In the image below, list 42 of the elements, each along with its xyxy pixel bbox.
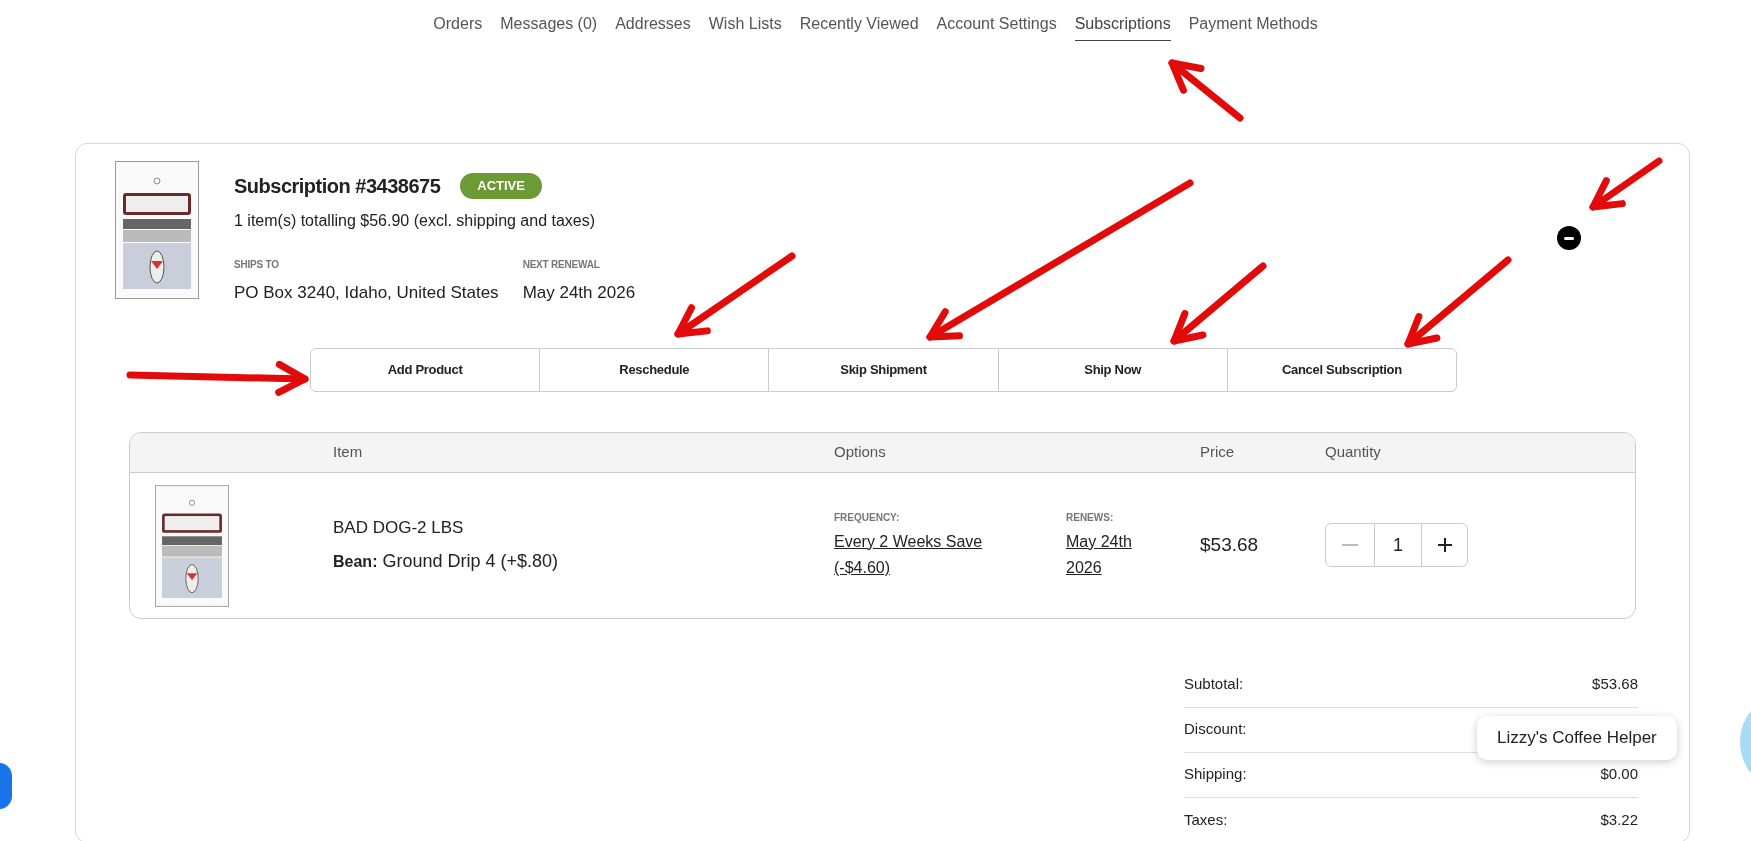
nav-tab[interactable]: Messages (0) xyxy=(500,12,598,40)
frequency-link[interactable]: Every 2 Weeks Save (-$4.60) xyxy=(834,528,1009,581)
detail-value: May 24th 2026 xyxy=(522,282,636,304)
detail-value: PO Box 3240, Idaho, United States xyxy=(234,282,499,304)
action-button[interactable]: Reschedule xyxy=(539,348,769,391)
nav-tab[interactable]: Recently Viewed xyxy=(799,12,919,40)
renews-label: RENEWS: xyxy=(1066,510,1115,525)
collapse-icon[interactable] xyxy=(1557,226,1581,250)
subscription-summary: 1 item(s) totalling $56.90 (excl. shipping and taxes) xyxy=(234,211,597,231)
action-button[interactable]: Ship Now xyxy=(997,348,1227,391)
total-value: $53.68 xyxy=(1592,674,1638,695)
detail-label: NEXT RENEWAL xyxy=(522,258,601,272)
nav-tab[interactable]: Account Settings xyxy=(936,12,1057,40)
nav-tab[interactable]: Wish Lists xyxy=(708,12,782,40)
total-label: Discount: xyxy=(1184,719,1247,740)
total-label: Taxes: xyxy=(1184,809,1228,830)
column-header: Options xyxy=(834,441,887,462)
frequency-label: FREQUENCY: xyxy=(834,510,901,525)
detail-label: SHIPS TO xyxy=(234,258,280,272)
quantity-stepper[interactable]: 1 xyxy=(1325,523,1468,567)
item-name: BAD DOG-2 LBS xyxy=(333,516,465,539)
column-header: Price xyxy=(1200,441,1236,462)
renews-link[interactable]: May 24th 2026 xyxy=(1066,528,1156,581)
action-button[interactable]: Skip Shipment xyxy=(768,348,998,391)
action-button[interactable]: Cancel Subscription xyxy=(1226,348,1456,391)
nav-tab[interactable]: Subscriptions xyxy=(1074,12,1171,41)
nav-tab[interactable]: Payment Methods xyxy=(1188,12,1318,40)
nav-tab[interactable]: Addresses xyxy=(615,12,691,40)
column-header: Quantity xyxy=(1325,441,1382,462)
quantity-value: 1 xyxy=(1374,524,1422,566)
column-header: Item xyxy=(333,441,364,462)
nav-tab[interactable]: Orders xyxy=(433,12,483,40)
total-value: $3.22 xyxy=(1600,809,1638,830)
total-value: $0.00 xyxy=(1600,764,1638,785)
total-label: Shipping: xyxy=(1184,764,1247,785)
item-price: $53.68 xyxy=(1200,533,1259,555)
action-button[interactable]: Add Product xyxy=(311,348,540,391)
subscription-title: Subscription #3438675 xyxy=(234,174,441,199)
item-option: Bean: Ground Drip 4 (+$.80) xyxy=(333,548,834,576)
total-label: Subtotal: xyxy=(1184,674,1244,695)
status-badge: ACTIVE xyxy=(460,173,542,199)
chat-helper-bubble[interactable]: Lizzy's Coffee Helper xyxy=(1477,716,1677,760)
